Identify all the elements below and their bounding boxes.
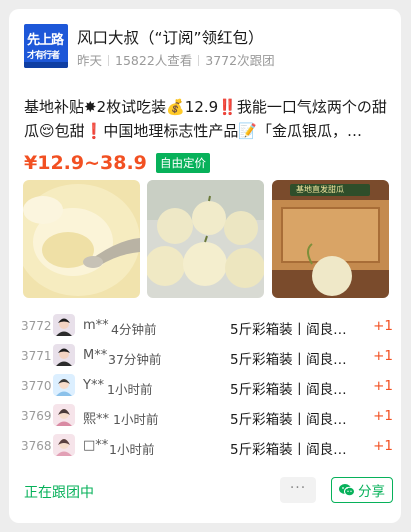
- more-dots-icon: ···: [289, 480, 307, 496]
- order-quantity: +1: [373, 318, 393, 334]
- user-avatar: [53, 314, 75, 336]
- product-photo-3[interactable]: 基地直发甜瓜: [272, 180, 389, 298]
- whole-melons-image: [147, 180, 264, 298]
- photo-grid: 基地直发甜瓜: [23, 180, 389, 298]
- user-name: 熙**: [83, 412, 110, 427]
- user-name: m**: [83, 318, 109, 333]
- view-count: 15822人查看: [115, 53, 193, 68]
- order-time: 1小时前: [113, 412, 159, 427]
- wechat-icon: [339, 484, 355, 497]
- group-buy-card[interactable]: 先上路 才有行者 风口大叔（“订阅”领红包） 昨天 15822人查看 3772次跟团…: [9, 9, 401, 523]
- order-row[interactable]: 3770 Y** 1小时前 5斤彩箱装丨阎良甜瓜 +1: [21, 371, 393, 401]
- order-quantity: +1: [373, 408, 393, 424]
- more-button[interactable]: ···: [280, 477, 316, 503]
- post-description[interactable]: 基地补贴✸2枚试吃装💰12.9‼️我能一口气炫两个の甜瓜😌包甜❗中国地理标志性产…: [24, 95, 389, 143]
- avatar-text: 先上路: [27, 33, 64, 48]
- product-photo-1[interactable]: [23, 180, 140, 298]
- order-number: 3769: [21, 409, 52, 423]
- price-tag: 自由定价: [156, 153, 210, 173]
- card-header: 先上路 才有行者 风口大叔（“订阅”领红包） 昨天 15822人查看 3772次跟团: [24, 24, 389, 70]
- order-list: 3772 m** 4分钟前 5斤彩箱装丨阎良甜瓜 +1 3771 M** 37分…: [21, 311, 393, 461]
- share-label: 分享: [358, 484, 385, 500]
- post-meta: 昨天 15822人查看 3772次跟团: [77, 50, 275, 69]
- group-count: 3772次跟团: [205, 53, 275, 68]
- order-quantity: +1: [373, 378, 393, 394]
- order-number: 3771: [21, 349, 52, 363]
- avatar-subtext: 才有行者: [27, 51, 60, 61]
- product-name: 5斤彩箱装丨阎良甜瓜: [230, 382, 358, 398]
- group-status: 正在跟团中: [24, 485, 94, 501]
- avatar-stripe: [24, 62, 68, 68]
- order-time: 1小时前: [107, 382, 153, 397]
- product-name: 5斤彩箱装丨阎良甜瓜: [230, 322, 358, 338]
- order-row[interactable]: 3768 □** 1小时前 5斤彩箱装丨阎良甜瓜 +1: [21, 431, 393, 461]
- photo-badge: 基地直发甜瓜: [296, 185, 344, 194]
- price-range: ¥12.9~38.9: [24, 152, 147, 174]
- card-footer: 正在跟团中 ··· 分享: [24, 477, 394, 505]
- meta-divider: [108, 55, 110, 66]
- meta-divider: [198, 55, 200, 66]
- order-row[interactable]: 3772 m** 4分钟前 5斤彩箱装丨阎良甜瓜 +1: [21, 311, 393, 341]
- user-avatar: [53, 404, 75, 426]
- product-name: 5斤彩箱装丨阎良甜瓜: [230, 442, 358, 458]
- order-row[interactable]: 3771 M** 37分钟前 5斤彩箱装丨阎良甜瓜 +1: [21, 341, 393, 371]
- publisher-title[interactable]: 风口大叔（“订阅”领红包）: [77, 26, 264, 48]
- order-time: 4分钟前: [111, 322, 157, 337]
- post-date: 昨天: [77, 53, 103, 68]
- melon-flesh-image: [23, 180, 140, 298]
- order-quantity: +1: [373, 438, 393, 454]
- share-button[interactable]: 分享: [331, 477, 393, 503]
- order-number: 3770: [21, 379, 52, 393]
- order-time: 37分钟前: [108, 352, 162, 367]
- product-name: 5斤彩箱装丨阎良甜瓜: [230, 352, 358, 368]
- melon-on-wood-image: [272, 180, 389, 298]
- order-number: 3772: [21, 319, 52, 333]
- user-name: □**: [83, 438, 109, 453]
- order-row[interactable]: 3769 熙** 1小时前 5斤彩箱装丨阎良甜瓜 +1: [21, 401, 393, 431]
- user-avatar: [53, 374, 75, 396]
- user-avatar: [53, 344, 75, 366]
- order-time: 1小时前: [109, 442, 155, 457]
- user-name: M**: [83, 348, 108, 363]
- order-quantity: +1: [373, 348, 393, 364]
- publisher-avatar[interactable]: 先上路 才有行者: [24, 24, 68, 68]
- order-number: 3768: [21, 439, 52, 453]
- price-row: ¥12.9~38.9 自由定价: [24, 152, 210, 178]
- user-avatar: [53, 434, 75, 456]
- product-name: 5斤彩箱装丨阎良甜瓜: [230, 412, 358, 428]
- product-photo-2[interactable]: [147, 180, 264, 298]
- user-name: Y**: [83, 378, 104, 393]
